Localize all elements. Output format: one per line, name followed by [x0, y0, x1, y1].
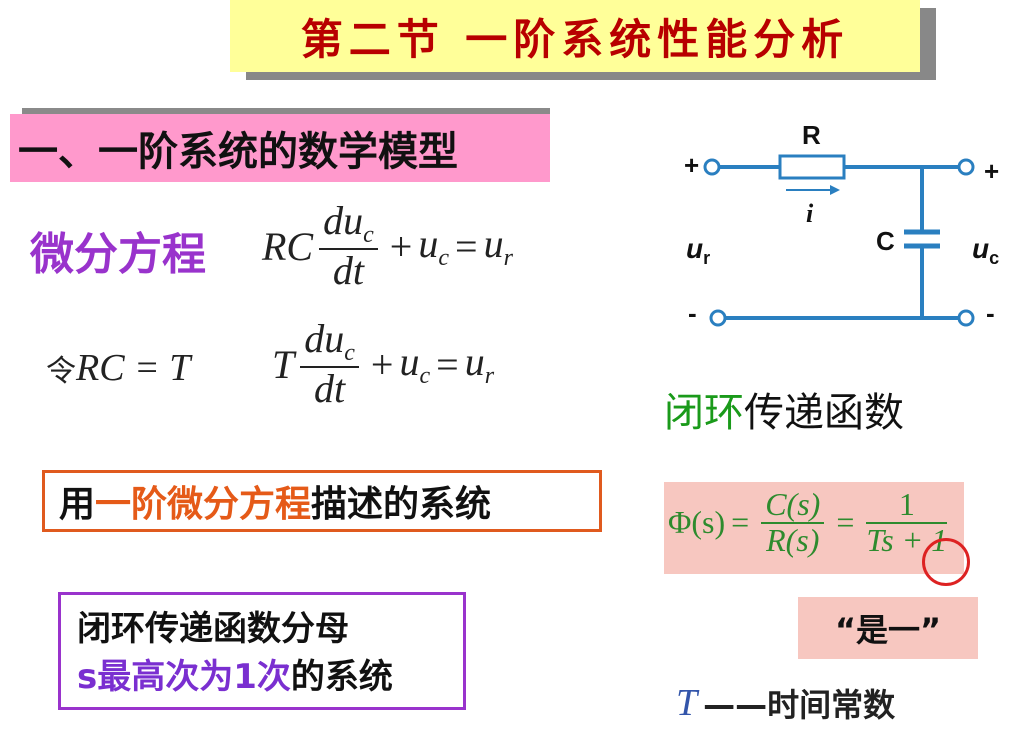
tf-title-black: 传递函数 — [744, 390, 904, 436]
tf-den1: R(s) — [766, 521, 820, 558]
resistor — [778, 154, 846, 180]
ur-main: u — [686, 233, 703, 264]
eq1-num: du — [323, 198, 364, 243]
eq2-num-sub: c — [344, 340, 355, 366]
desc2-highlight: s最高次为1次 — [77, 657, 291, 697]
transfer-function-title: 闭环传递函数 — [664, 380, 904, 438]
denominator-description-box: 闭环传递函数分母 s最高次为1次的系统 — [58, 592, 466, 710]
output-minus-sign: - — [986, 298, 995, 328]
uc-main: u — [972, 233, 989, 264]
transfer-function-formula: Φ(s) = C(s) R(s) = 1 Ts + 1 — [668, 486, 953, 558]
input-voltage-label: ur — [686, 233, 710, 268]
first-order-description-box: 用一阶微分方程 描述的系统 — [42, 470, 602, 532]
is-one-quote: “是一” — [798, 597, 978, 659]
eq2-rhs-sub: r — [484, 363, 495, 390]
eq1-u: u — [418, 221, 439, 267]
output-plus-sign: + — [984, 156, 999, 186]
time-constant-note: T ——时间常数 — [676, 680, 895, 726]
eq1-u-sub: c — [438, 245, 449, 272]
eq2-equals: = — [436, 341, 459, 387]
tf-title-green: 闭环 — [664, 390, 744, 436]
eq1-plus: + — [389, 223, 413, 269]
input-plus-sign: + — [684, 150, 699, 180]
tf-phi: Φ(s) — [668, 504, 726, 541]
time-constant-text: ——时间常数 — [703, 686, 896, 724]
terminal-bottom-left — [709, 309, 727, 327]
tf-fraction-1: C(s) R(s) — [761, 486, 825, 558]
let-rc-equals-t: 令 RC = T — [46, 346, 190, 390]
tf-num2: 1 — [898, 486, 915, 522]
section-heading: 一、一阶系统的数学模型 — [10, 114, 550, 182]
eq1-prefix: RC — [262, 223, 314, 269]
eq1-rhs: u — [483, 221, 504, 267]
terminal-top-right — [957, 158, 975, 176]
eq2-plus: + — [370, 341, 394, 387]
let-expression: RC = T — [76, 347, 191, 389]
eq1-num-sub: c — [363, 222, 374, 248]
eq1-rhs-sub: r — [503, 245, 513, 272]
eq2-den: dt — [314, 366, 346, 412]
tf-num1: C(s) — [765, 486, 821, 522]
tf-equals-1: = — [731, 504, 750, 541]
desc1-highlight: 一阶微分方程 — [95, 484, 312, 525]
eq2-num: du — [304, 316, 345, 361]
eq2-u: u — [399, 339, 420, 385]
diff-equation-label: 微分方程 — [30, 229, 206, 280]
desc2-line1: 闭环传递函数分母 — [77, 609, 349, 649]
eq1-den: dt — [332, 248, 365, 294]
desc2-post: 的系统 — [290, 657, 393, 697]
ur-sub: r — [703, 248, 710, 268]
desc1-post: 描述的系统 — [311, 484, 492, 525]
output-voltage-label: uc — [972, 233, 999, 268]
rc-circuit-diagram: R i C + - + - ur uc — [684, 120, 999, 328]
let-word: 令 — [46, 354, 76, 389]
page-title: 第二节 一阶系统性能分析 — [230, 0, 920, 72]
eq2-u-sub: c — [419, 363, 431, 390]
uc-sub: c — [989, 248, 999, 268]
input-minus-sign: - — [688, 298, 697, 328]
capacitor-label: C — [876, 226, 895, 256]
time-constant-symbol: T — [676, 682, 698, 724]
eq1-fraction: duc dt — [319, 200, 378, 292]
terminal-top-left — [703, 158, 721, 176]
eq2-prefix: T — [272, 341, 295, 387]
eq2-fraction: duc dt — [300, 318, 359, 410]
current-label: i — [806, 199, 814, 228]
desc1-pre: 用 — [59, 484, 96, 525]
eq2-rhs: u — [464, 339, 485, 385]
eq1-equals: = — [455, 223, 478, 269]
equation-t: T duc dt + uc = ur — [272, 318, 494, 410]
highlight-circle — [922, 538, 970, 586]
equation-rc: RC duc dt + uc = ur — [262, 200, 513, 292]
tf-equals-2: = — [836, 504, 855, 541]
current-arrow-icon — [830, 185, 840, 195]
resistor-label: R — [802, 120, 821, 150]
terminal-bottom-right — [957, 309, 975, 327]
